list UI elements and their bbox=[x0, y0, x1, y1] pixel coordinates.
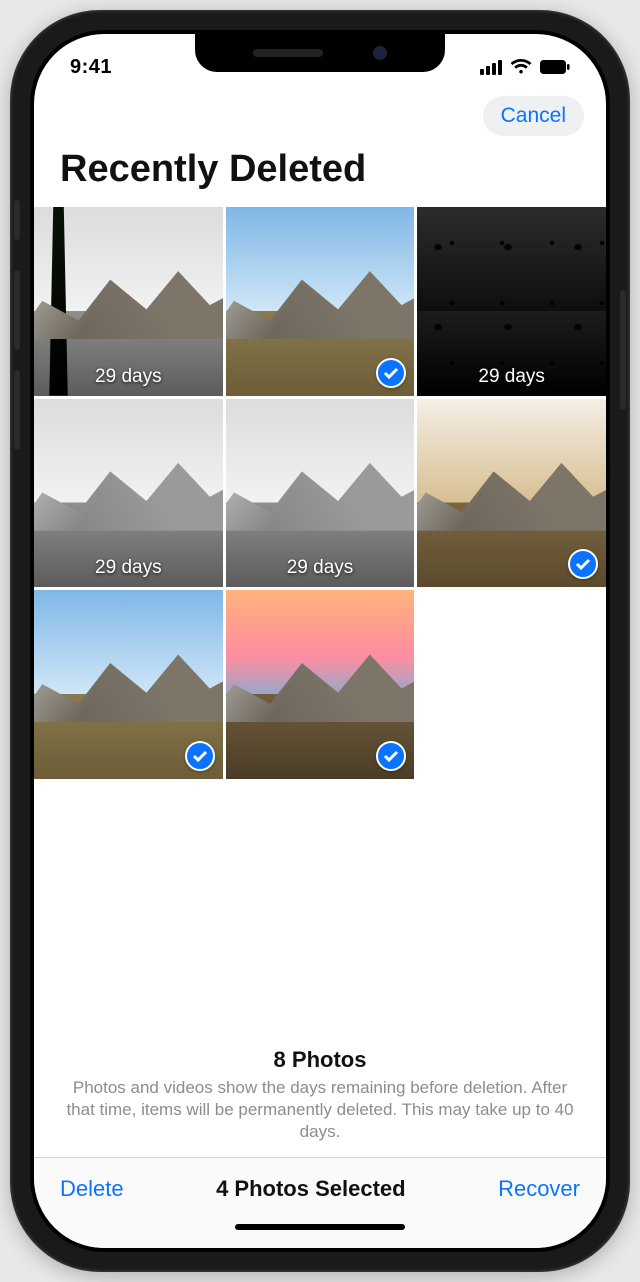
photo-grid: 29 days29 days29 days29 days bbox=[34, 207, 606, 779]
photo-2[interactable] bbox=[226, 207, 415, 396]
power-button bbox=[620, 290, 626, 410]
photo-3[interactable]: 29 days bbox=[417, 207, 606, 396]
recover-button[interactable]: Recover bbox=[498, 1176, 580, 1202]
cellular-icon bbox=[480, 60, 502, 75]
photo-4[interactable]: 29 days bbox=[34, 399, 223, 588]
thumbnail-image bbox=[417, 207, 606, 396]
notch bbox=[195, 34, 445, 72]
photo-7[interactable] bbox=[34, 590, 223, 779]
status-icons bbox=[480, 59, 570, 75]
photo-5[interactable]: 29 days bbox=[226, 399, 415, 588]
photo-count: 8 Photos bbox=[64, 1047, 576, 1073]
photo-6[interactable] bbox=[417, 399, 606, 588]
front-camera bbox=[373, 46, 387, 60]
thumbnail-image bbox=[226, 399, 415, 588]
selection-status: 4 Photos Selected bbox=[216, 1176, 406, 1202]
thumbnail-image bbox=[226, 590, 415, 779]
thumbnail-image bbox=[226, 207, 415, 396]
info-block: 8 Photos Photos and videos show the days… bbox=[34, 1047, 606, 1157]
speaker bbox=[253, 49, 323, 57]
bottom-toolbar: Delete 4 Photos Selected Recover bbox=[34, 1157, 606, 1210]
page-title: Recently Deleted bbox=[34, 142, 606, 207]
wifi-icon bbox=[510, 59, 532, 75]
photo-8[interactable] bbox=[226, 590, 415, 779]
battery-icon bbox=[540, 60, 570, 74]
volume-down-button bbox=[14, 370, 20, 450]
volume-up-button bbox=[14, 270, 20, 350]
bezel: 9:41 Cancel Recently Deleted bbox=[30, 30, 610, 1252]
mute-switch bbox=[14, 200, 20, 240]
thumbnail-image bbox=[34, 207, 223, 396]
nav-bar: Cancel bbox=[34, 88, 606, 142]
screen: 9:41 Cancel Recently Deleted bbox=[34, 34, 606, 1248]
info-description: Photos and videos show the days remainin… bbox=[64, 1077, 576, 1143]
thumbnail-image bbox=[417, 399, 606, 588]
delete-button[interactable]: Delete bbox=[60, 1176, 124, 1202]
cancel-button[interactable]: Cancel bbox=[483, 96, 584, 136]
photo-1[interactable]: 29 days bbox=[34, 207, 223, 396]
home-indicator[interactable] bbox=[34, 1210, 606, 1248]
thumbnail-image bbox=[34, 399, 223, 588]
status-time: 9:41 bbox=[70, 56, 112, 79]
thumbnail-image bbox=[34, 590, 223, 779]
phone-frame: 9:41 Cancel Recently Deleted bbox=[10, 10, 630, 1272]
